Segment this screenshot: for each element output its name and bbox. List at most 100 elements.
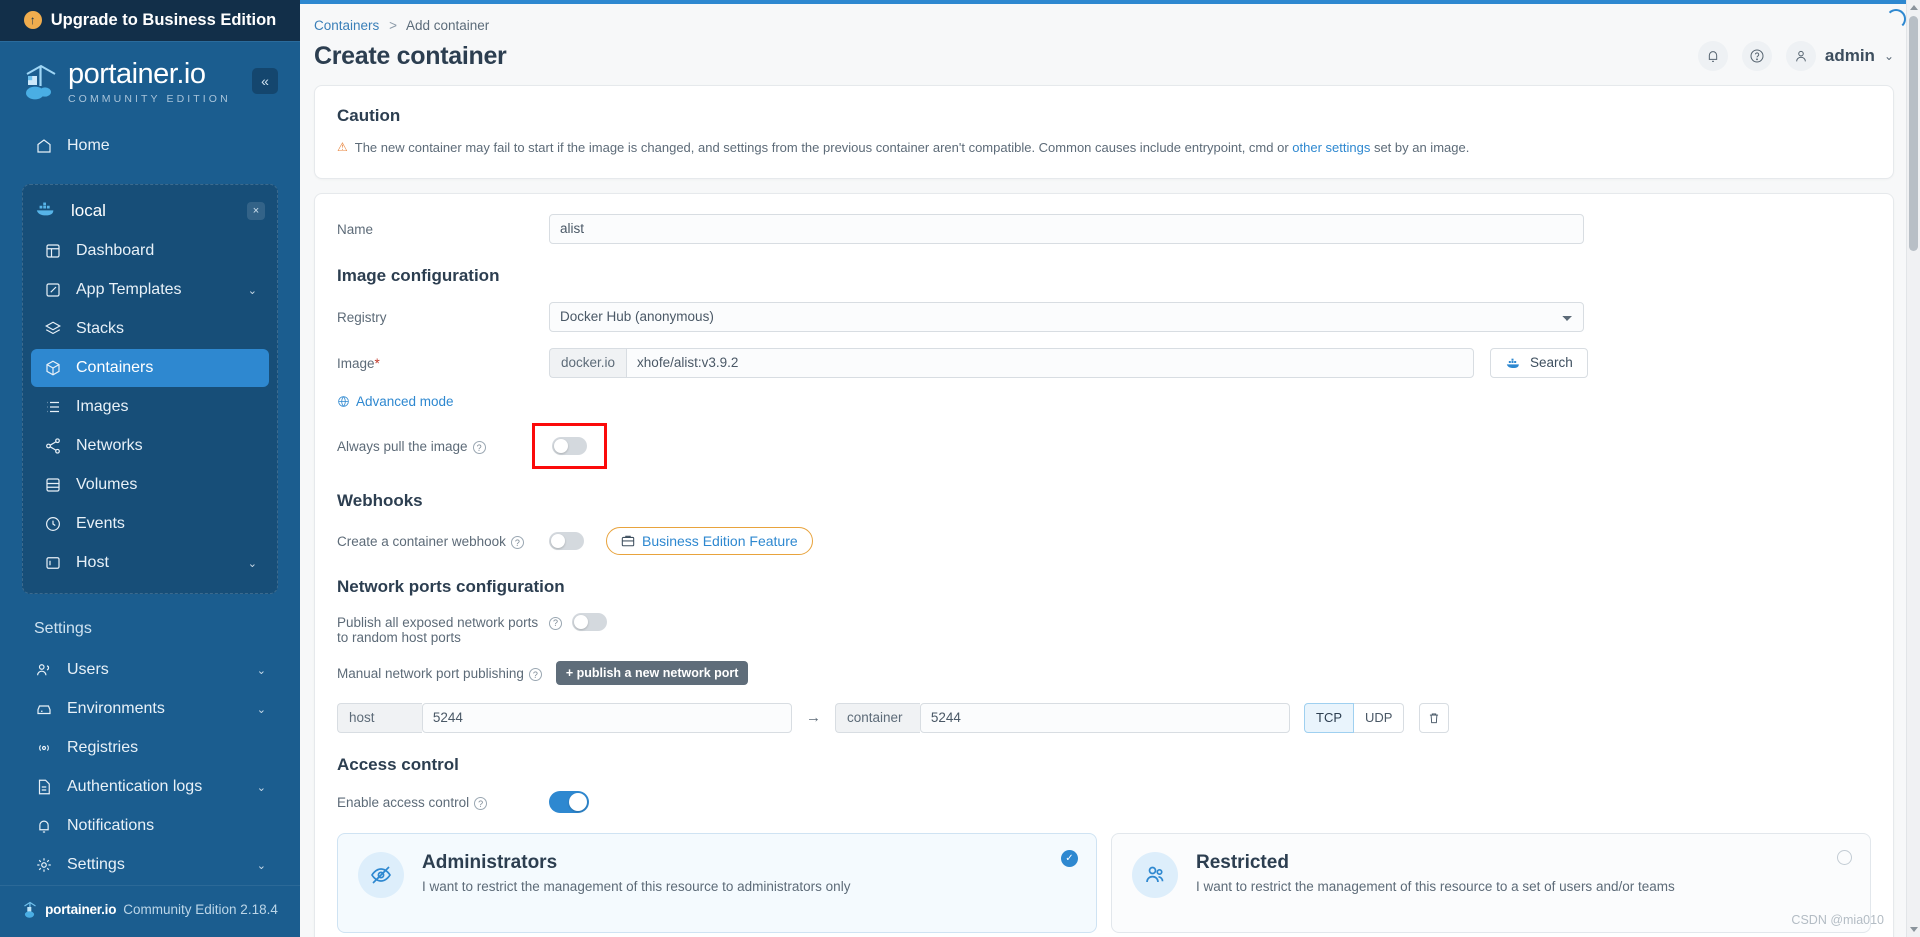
sidebar-item-networks[interactable]: Networks <box>31 427 269 465</box>
other-settings-link[interactable]: other settings <box>1292 140 1370 155</box>
image-label-text: Image <box>337 356 375 372</box>
footer-brand: portainer.io <box>45 902 117 917</box>
protocol-udp-button[interactable]: UDP <box>1354 702 1405 733</box>
registries-icon <box>34 739 53 758</box>
publish-all-label: Publish all exposed network ports to ran… <box>337 614 539 645</box>
sidebar-item-volumes[interactable]: Volumes <box>31 466 269 504</box>
sidebar-item-stacks[interactable]: Stacks <box>31 310 269 348</box>
trash-icon <box>1430 713 1439 723</box>
help-icon[interactable]: ? <box>528 668 542 682</box>
sidebar-item-label: Home <box>67 137 110 154</box>
containers-icon <box>43 359 62 378</box>
host-port-input[interactable] <box>421 702 792 733</box>
always-pull-label-text: Always pull the image <box>337 439 468 455</box>
webhook-toggle[interactable] <box>549 531 584 550</box>
events-icon <box>43 515 62 534</box>
main-content: Containers > Add container Create contai… <box>300 0 1920 937</box>
environment-close-icon[interactable]: × <box>247 202 265 220</box>
sidebar-item-home[interactable]: Home <box>22 127 278 165</box>
advanced-mode-label: Advanced mode <box>356 393 454 409</box>
scroll-down-arrow-icon[interactable] <box>1910 927 1918 932</box>
sidebar-brand: portainer.io COMMUNITY EDITION « <box>0 42 300 113</box>
docker-whale-icon <box>35 200 57 222</box>
protocol-tcp-button[interactable]: TCP <box>1304 702 1354 733</box>
sidebar-item-host[interactable]: Host ⌄ <box>31 544 269 582</box>
registry-select[interactable]: Docker Hub (anonymous) <box>549 301 1584 332</box>
upgrade-banner-label: Upgrade to Business Edition <box>50 10 277 29</box>
publish-new-port-button[interactable]: + publish a new network port <box>555 660 749 685</box>
image-search-button[interactable]: Search <box>1490 347 1588 378</box>
manual-publish-row: Manual network port publishing? + publis… <box>337 660 1871 685</box>
sidebar-item-label: Authentication logs <box>67 778 203 795</box>
registry-row: Registry Docker Hub (anonymous) <box>337 301 1871 332</box>
business-badge-label: Business Edition Feature <box>642 532 798 549</box>
port-mapping-row: host → container TCP UDP <box>337 702 1871 733</box>
sidebar-item-notifications[interactable]: Notifications <box>22 807 278 845</box>
sidebar-item-registries[interactable]: Registries <box>22 729 278 767</box>
environment-header[interactable]: local × <box>23 191 277 231</box>
container-port-input[interactable] <box>919 702 1290 733</box>
vertical-scrollbar[interactable] <box>1906 0 1920 937</box>
help-icon[interactable]: ? <box>549 616 562 630</box>
access-card-body: Administrators I want to restrict the ma… <box>422 852 850 894</box>
protocol-toggle-group: TCP UDP <box>1304 702 1405 733</box>
sidebar-item-authentication-logs[interactable]: Authentication logs ⌄ <box>22 768 278 806</box>
scroll-up-arrow-icon[interactable] <box>1910 5 1918 10</box>
stacks-icon <box>43 320 62 339</box>
scrollbar-thumb[interactable] <box>1909 16 1918 251</box>
access-card-title: Restricted <box>1196 851 1289 873</box>
sidebar-item-settings[interactable]: Settings ⌄ <box>22 846 278 884</box>
delete-port-button[interactable] <box>1419 702 1450 733</box>
user-menu[interactable]: admin ⌄ <box>1785 41 1894 71</box>
always-pull-toggle[interactable] <box>552 436 587 455</box>
sidebar-item-users[interactable]: Users ⌄ <box>22 651 278 689</box>
access-card-administrators[interactable]: Administrators I want to restrict the ma… <box>337 832 1097 933</box>
sidebar-settings-heading: Settings <box>34 620 92 637</box>
sidebar-item-environments[interactable]: Environments ⌄ <box>22 690 278 728</box>
caution-text: The new container may fail to start if t… <box>355 140 1470 155</box>
sidebar-item-label: Volumes <box>76 476 138 493</box>
breadcrumb-containers[interactable]: Containers <box>314 18 379 33</box>
toggle-knob <box>574 614 588 629</box>
bell-icon <box>1708 51 1718 62</box>
users-group-icon <box>1132 851 1178 898</box>
page-title: Create container <box>314 41 507 70</box>
sidebar-item-app-templates[interactable]: App Templates ⌄ <box>31 271 269 309</box>
publish-all-toggle[interactable] <box>572 612 607 631</box>
sidebar-item-label: Dashboard <box>76 242 155 259</box>
notifications-button[interactable] <box>1697 41 1728 71</box>
advanced-mode-link[interactable]: Advanced mode <box>337 394 1871 409</box>
home-icon <box>34 137 53 156</box>
networks-icon <box>43 437 62 456</box>
image-row: Image* docker.io xhofe/alist:v3.9.2 Sear… <box>337 347 1871 378</box>
brand-subtitle: COMMUNITY EDITION <box>68 92 231 105</box>
avatar <box>1785 41 1816 71</box>
network-ports-heading: Network ports configuration <box>337 576 565 596</box>
caution-text-before: The new container may fail to start if t… <box>354 140 1293 155</box>
help-icon[interactable]: ? <box>510 536 524 550</box>
footer-version: Community Edition 2.18.4 <box>123 902 278 917</box>
header-actions: admin ⌄ <box>1697 41 1894 71</box>
help-button[interactable] <box>1741 41 1772 71</box>
business-edition-badge[interactable]: Business Edition Feature <box>606 526 813 555</box>
registry-label: Registry <box>337 310 387 326</box>
help-icon[interactable]: ? <box>472 441 486 455</box>
chevron-down-icon: ⌄ <box>256 703 266 716</box>
upgrade-business-banner[interactable]: ↑ Upgrade to Business Edition <box>0 0 300 42</box>
host-port-group: host <box>337 702 792 733</box>
enable-access-control-toggle[interactable] <box>549 790 589 813</box>
sidebar-item-images[interactable]: Images <box>31 388 269 426</box>
help-icon[interactable]: ? <box>474 797 488 811</box>
sidebar-collapse-button[interactable]: « <box>252 67 278 94</box>
caution-panel: Caution ⚠ The new container may fail to … <box>314 85 1894 179</box>
sidebar-item-dashboard[interactable]: Dashboard <box>31 232 269 270</box>
container-name-input[interactable] <box>549 213 1584 244</box>
caution-title: Caution <box>337 106 401 125</box>
toggle-knob <box>554 438 568 453</box>
access-card-restricted[interactable]: Restricted I want to restrict the manage… <box>1111 832 1871 933</box>
sidebar-item-label: Events <box>76 515 125 532</box>
sidebar-item-containers[interactable]: Containers <box>31 349 269 387</box>
access-card-title: Administrators <box>422 851 558 873</box>
sidebar-item-events[interactable]: Events <box>31 505 269 543</box>
image-name-input[interactable] <box>626 347 1474 378</box>
